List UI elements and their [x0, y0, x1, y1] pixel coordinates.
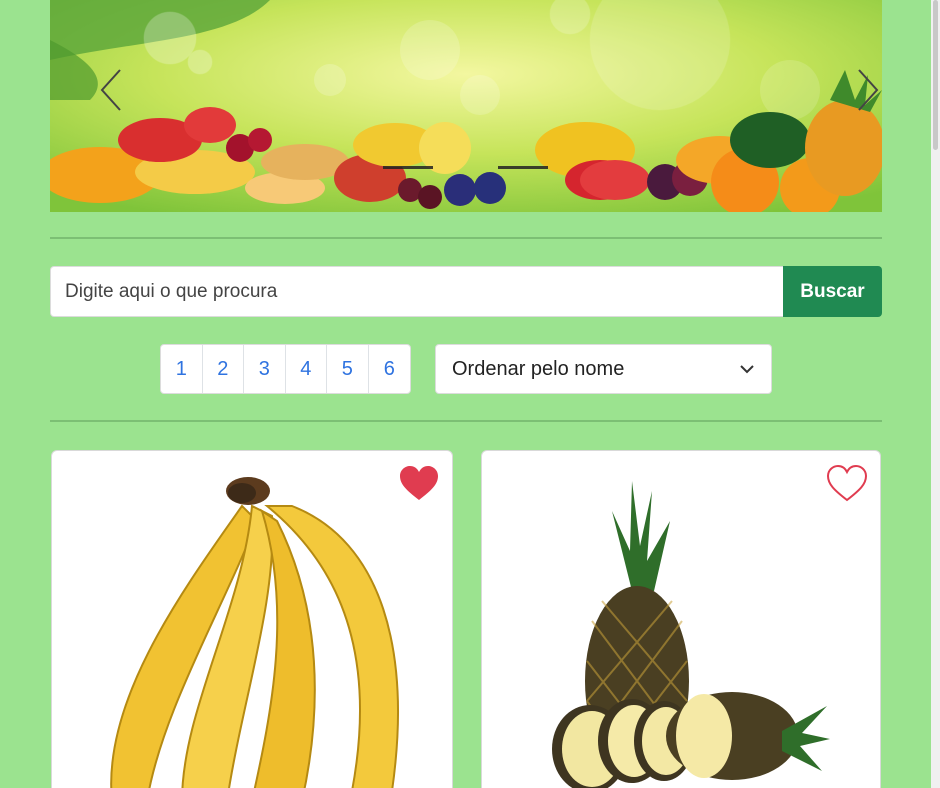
- product-image-banana: [110, 477, 399, 788]
- product-card[interactable]: [481, 450, 881, 788]
- divider: [50, 237, 882, 239]
- product-image-pineapple: [552, 481, 830, 788]
- carousel-prev-button[interactable]: [90, 60, 130, 120]
- scrollbar-thumb[interactable]: [933, 0, 938, 150]
- page-link-1[interactable]: 1: [161, 345, 203, 393]
- carousel-next-button[interactable]: [847, 60, 882, 120]
- sort-select-value: Ordenar pelo nome: [452, 357, 625, 380]
- divider: [50, 420, 882, 422]
- page-link-5[interactable]: 5: [327, 345, 369, 393]
- chevron-left-icon: [100, 69, 121, 111]
- carousel-indicator-2[interactable]: [498, 166, 548, 169]
- page-scrollbar[interactable]: [931, 0, 940, 788]
- chevron-down-icon: [740, 365, 754, 374]
- page-link-4[interactable]: 4: [286, 345, 327, 393]
- search-bar: Buscar: [50, 266, 882, 317]
- page-link-3[interactable]: 3: [244, 345, 286, 393]
- product-card[interactable]: [51, 450, 453, 788]
- favorite-button[interactable]: [826, 464, 868, 503]
- search-input[interactable]: [50, 266, 783, 317]
- pagination: 1 2 3 4 5 6: [160, 344, 411, 394]
- banner-carousel: [50, 0, 882, 212]
- carousel-indicator-1[interactable]: [383, 166, 433, 169]
- page-link-6[interactable]: 6: [369, 345, 411, 393]
- heart-filled-icon: [400, 466, 438, 500]
- page: Buscar 1 2 3 4 5 6 Ordenar pelo nome: [0, 0, 940, 788]
- sort-select[interactable]: Ordenar pelo nome: [435, 344, 772, 394]
- heart-outline-icon: [826, 464, 868, 502]
- chevron-right-icon: [858, 69, 879, 111]
- search-button[interactable]: Buscar: [783, 266, 882, 317]
- page-link-2[interactable]: 2: [203, 345, 244, 393]
- favorite-button[interactable]: [398, 465, 440, 503]
- fruit-banner-image: [50, 0, 882, 212]
